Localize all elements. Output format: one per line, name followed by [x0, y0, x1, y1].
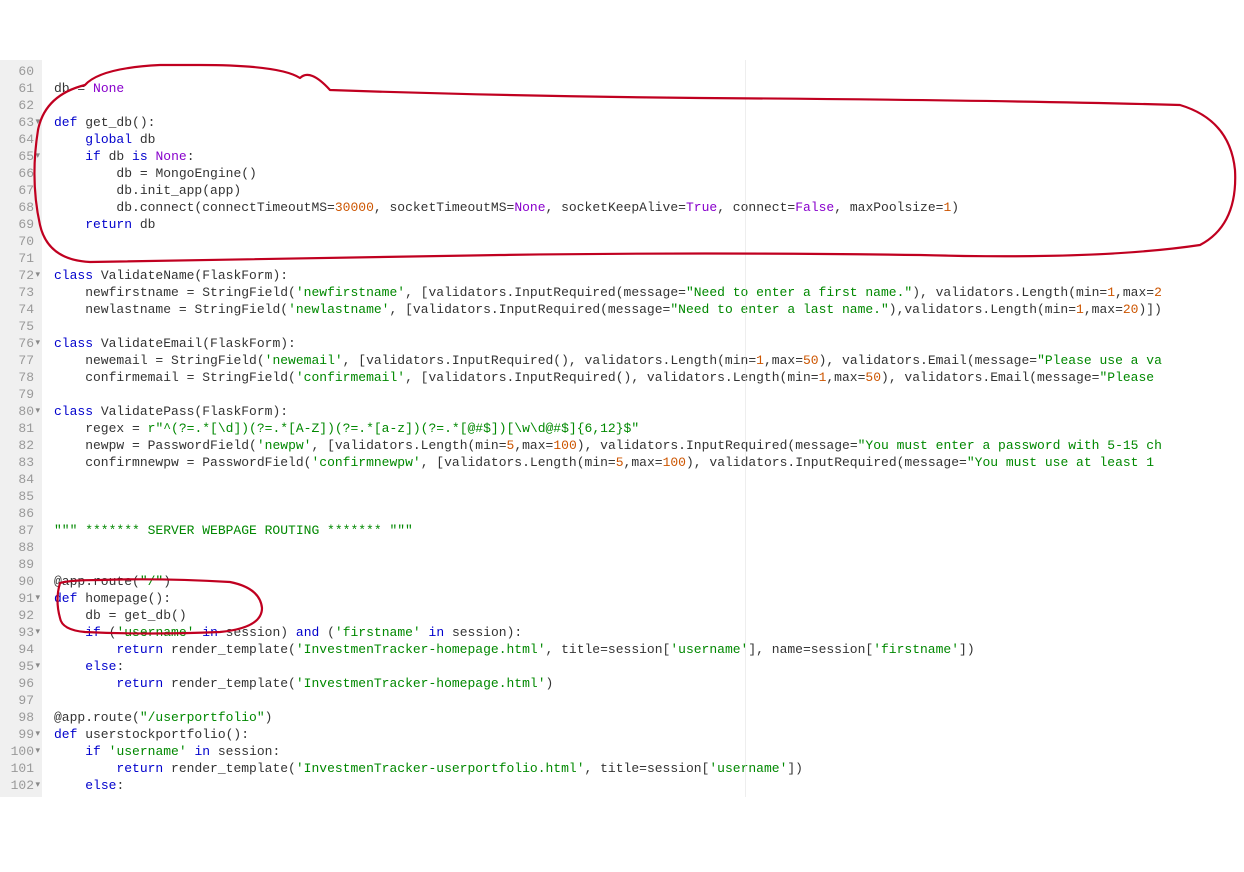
line-number: 85 [4, 488, 34, 505]
line-number: 81 [4, 420, 34, 437]
code-line[interactable]: db = get_db() [54, 607, 1244, 624]
code-line[interactable]: db.init_app(app) [54, 182, 1244, 199]
code-line[interactable]: """ ******* SERVER WEBPAGE ROUTING *****… [54, 522, 1244, 539]
line-number: 93 [4, 624, 34, 641]
code-line[interactable] [54, 488, 1244, 505]
line-number: 84 [4, 471, 34, 488]
code-line[interactable]: if 'username' in session: [54, 743, 1244, 760]
line-number-gutter: 6061626364656667686970717273747576777879… [0, 60, 42, 797]
code-line[interactable]: newpw = PasswordField('newpw', [validato… [54, 437, 1244, 454]
line-number: 96 [4, 675, 34, 692]
code-line[interactable]: return render_template('InvestmenTracker… [54, 760, 1244, 777]
code-editor[interactable]: 6061626364656667686970717273747576777879… [0, 60, 1244, 797]
line-number: 92 [4, 607, 34, 624]
code-line[interactable]: newfirstname = StringField('newfirstname… [54, 284, 1244, 301]
code-line[interactable] [54, 386, 1244, 403]
line-number: 77 [4, 352, 34, 369]
code-line[interactable]: def homepage(): [54, 590, 1244, 607]
line-number: 65 [4, 148, 34, 165]
print-margin [745, 60, 746, 797]
line-number: 70 [4, 233, 34, 250]
line-number: 91 [4, 590, 34, 607]
line-number: 72 [4, 267, 34, 284]
line-number: 83 [4, 454, 34, 471]
code-line[interactable]: global db [54, 131, 1244, 148]
code-line[interactable]: db.connect(connectTimeoutMS=30000, socke… [54, 199, 1244, 216]
code-line[interactable]: newemail = StringField('newemail', [vali… [54, 352, 1244, 369]
code-area[interactable]: db = None def get_db(): global db if db i… [42, 60, 1244, 797]
line-number: 62 [4, 97, 34, 114]
line-number: 71 [4, 250, 34, 267]
code-line[interactable] [54, 233, 1244, 250]
code-line[interactable]: @app.route("/") [54, 573, 1244, 590]
line-number: 61 [4, 80, 34, 97]
line-number: 101 [4, 760, 34, 777]
code-line[interactable]: class ValidatePass(FlaskForm): [54, 403, 1244, 420]
line-number: 63 [4, 114, 34, 131]
line-number: 100 [4, 743, 34, 760]
code-line[interactable]: confirmnewpw = PasswordField('confirmnew… [54, 454, 1244, 471]
line-number: 80 [4, 403, 34, 420]
code-line[interactable] [54, 692, 1244, 709]
line-number: 88 [4, 539, 34, 556]
code-line[interactable] [54, 97, 1244, 114]
line-number: 67 [4, 182, 34, 199]
code-line[interactable]: regex = r"^(?=.*[\d])(?=.*[A-Z])(?=.*[a-… [54, 420, 1244, 437]
line-number: 98 [4, 709, 34, 726]
code-line[interactable] [54, 318, 1244, 335]
line-number: 76 [4, 335, 34, 352]
code-line[interactable]: if ('username' in session) and ('firstna… [54, 624, 1244, 641]
code-line[interactable]: def get_db(): [54, 114, 1244, 131]
code-line[interactable]: return db [54, 216, 1244, 233]
line-number: 97 [4, 692, 34, 709]
code-line[interactable]: return render_template('InvestmenTracker… [54, 675, 1244, 692]
line-number: 60 [4, 63, 34, 80]
code-line[interactable]: db = None [54, 80, 1244, 97]
line-number: 69 [4, 216, 34, 233]
line-number: 90 [4, 573, 34, 590]
code-line[interactable]: else: [54, 658, 1244, 675]
line-number: 102 [4, 777, 34, 794]
code-line[interactable]: return render_template('InvestmenTracker… [54, 641, 1244, 658]
code-line[interactable] [54, 539, 1244, 556]
line-number: 73 [4, 284, 34, 301]
code-line[interactable] [54, 250, 1244, 267]
code-line[interactable]: class ValidateEmail(FlaskForm): [54, 335, 1244, 352]
line-number: 68 [4, 199, 34, 216]
code-line[interactable]: db = MongoEngine() [54, 165, 1244, 182]
code-line[interactable]: class ValidateName(FlaskForm): [54, 267, 1244, 284]
line-number: 94 [4, 641, 34, 658]
line-number: 64 [4, 131, 34, 148]
line-number: 95 [4, 658, 34, 675]
code-line[interactable]: newlastname = StringField('newlastname',… [54, 301, 1244, 318]
code-line[interactable] [54, 556, 1244, 573]
code-line[interactable]: else: [54, 777, 1244, 794]
line-number: 66 [4, 165, 34, 182]
line-number: 86 [4, 505, 34, 522]
line-number: 79 [4, 386, 34, 403]
line-number: 82 [4, 437, 34, 454]
code-line[interactable]: if db is None: [54, 148, 1244, 165]
line-number: 78 [4, 369, 34, 386]
line-number: 89 [4, 556, 34, 573]
line-number: 87 [4, 522, 34, 539]
line-number: 99 [4, 726, 34, 743]
code-line[interactable]: def userstockportfolio(): [54, 726, 1244, 743]
code-line[interactable] [54, 63, 1244, 80]
code-line[interactable] [54, 505, 1244, 522]
code-line[interactable]: @app.route("/userportfolio") [54, 709, 1244, 726]
line-number: 75 [4, 318, 34, 335]
line-number: 74 [4, 301, 34, 318]
code-line[interactable]: confirmemail = StringField('confirmemail… [54, 369, 1244, 386]
code-line[interactable] [54, 471, 1244, 488]
